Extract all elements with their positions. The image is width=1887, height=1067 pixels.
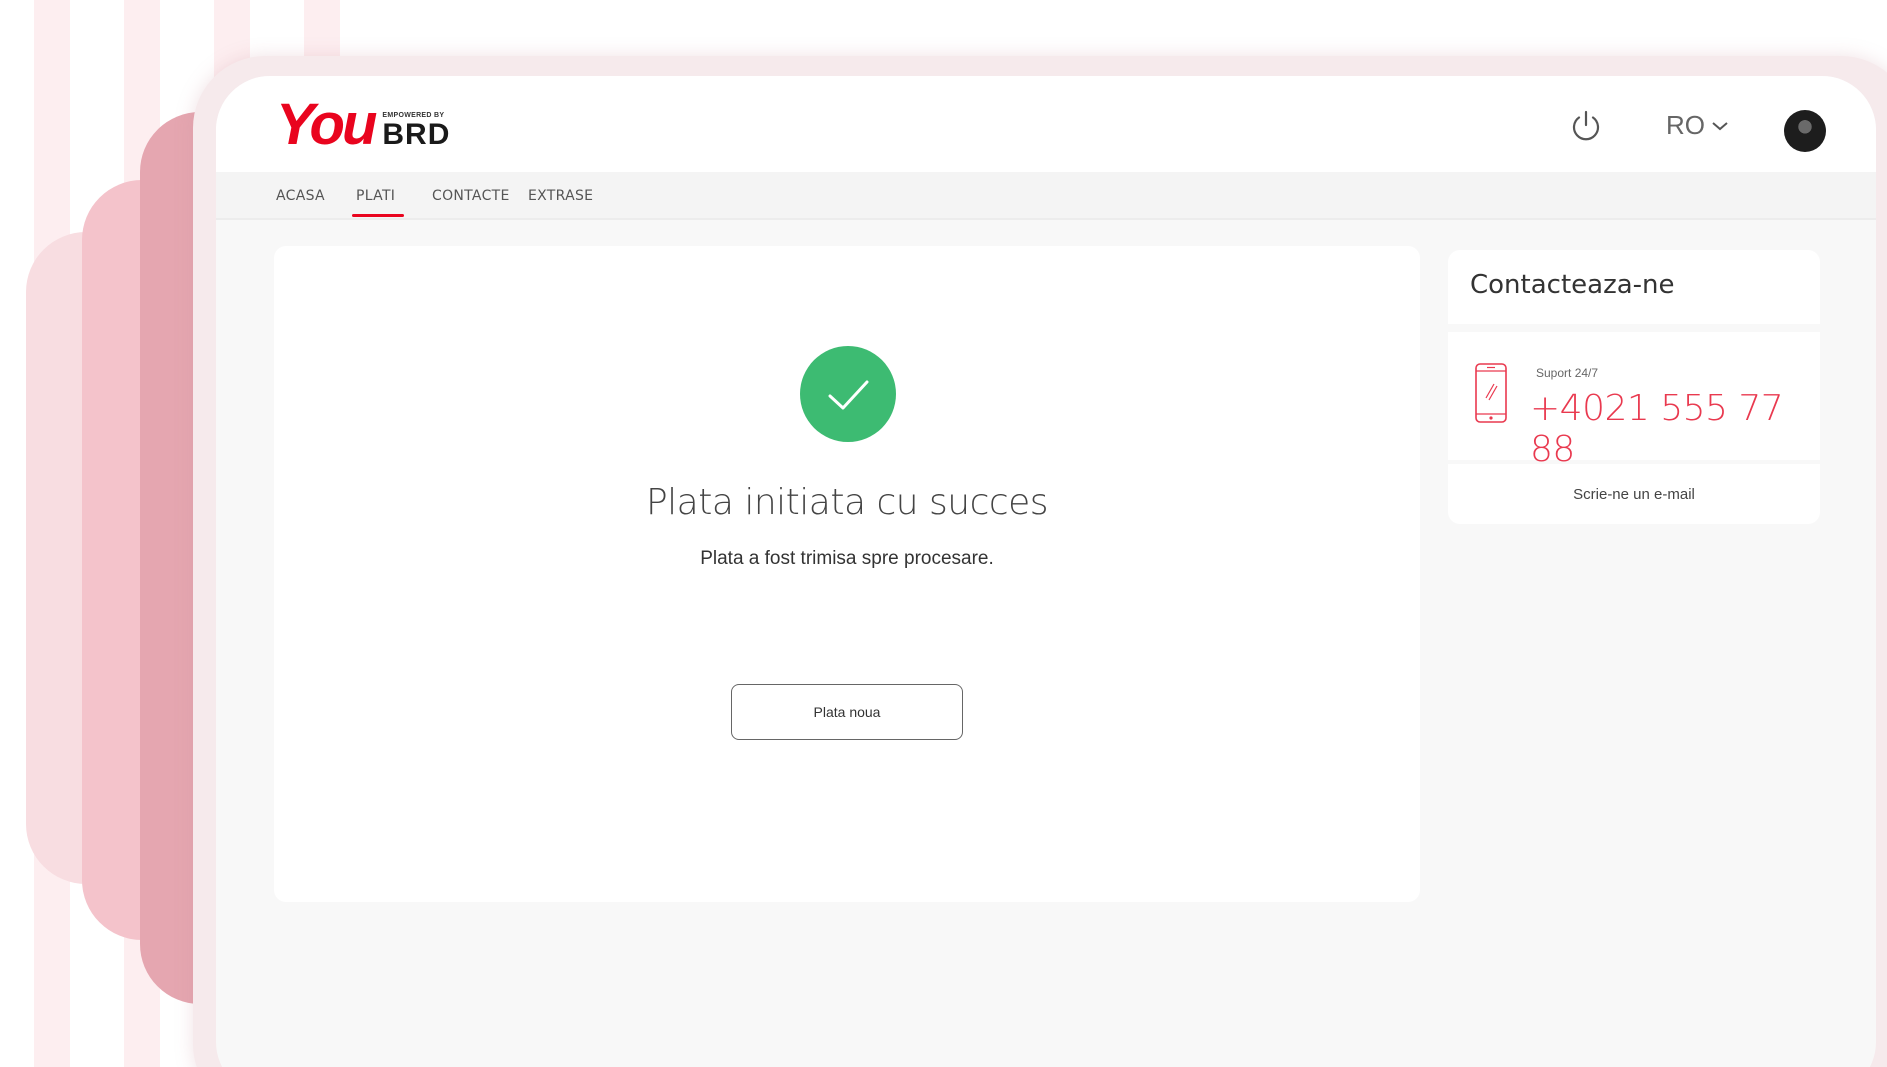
brand-logo[interactable]: You EMPOWERED BY BRD <box>276 96 450 154</box>
mobile-phone-icon <box>1474 362 1508 424</box>
chevron-down-icon <box>1712 121 1728 130</box>
support-phone-block: Suport 24/7 +4021 555 77 88 <box>1448 332 1820 470</box>
mobile-phone-icon-svg <box>1475 363 1507 423</box>
contact-title: Contacteaza-ne <box>1448 250 1820 324</box>
main-nav: ACASA PLATI CONTACTE EXTRASE <box>216 172 1876 220</box>
support-phone-number[interactable]: +4021 555 77 88 <box>1530 388 1820 470</box>
contact-panel: Contacteaza-ne Suport 24/7 +4021 555 77 … <box>1448 250 1820 524</box>
language-label: RO <box>1666 110 1705 140</box>
new-payment-button[interactable]: Plata noua <box>731 684 963 740</box>
success-title: Plata initiata cu succes <box>645 482 1049 523</box>
logo-brd-text: BRD <box>382 118 451 151</box>
nav-item-extrase[interactable]: EXTRASE <box>528 188 593 204</box>
check-icon <box>800 346 896 442</box>
nav-item-plati[interactable]: PLATI <box>356 188 395 204</box>
check-icon-svg <box>828 380 869 410</box>
app-screen: You EMPOWERED BY BRD RO ACASA PLATI CONT… <box>216 76 1876 1067</box>
logo-you-text: You <box>276 92 377 157</box>
email-link[interactable]: Scrie-ne un e-mail <box>1448 464 1820 524</box>
nav-item-contacte[interactable]: CONTACTE <box>432 188 510 204</box>
support-label: Suport 24/7 <box>1536 366 1599 380</box>
payment-success-card: Plata initiata cu succes Plata a fost tr… <box>274 246 1420 902</box>
top-header: You EMPOWERED BY BRD RO <box>216 76 1876 172</box>
app-stage: You EMPOWERED BY BRD RO ACASA PLATI CONT… <box>0 0 1887 1067</box>
success-subtitle: Plata a fost trimisa spre procesare. <box>700 548 994 569</box>
active-tab-indicator <box>352 214 404 217</box>
logo-brd-block: EMPOWERED BY BRD <box>382 112 450 150</box>
power-icon-svg <box>1572 110 1600 141</box>
nav-item-acasa[interactable]: ACASA <box>276 188 325 204</box>
language-selector[interactable]: RO <box>1666 110 1729 141</box>
power-icon[interactable] <box>1568 108 1604 144</box>
avatar[interactable] <box>1784 110 1826 152</box>
